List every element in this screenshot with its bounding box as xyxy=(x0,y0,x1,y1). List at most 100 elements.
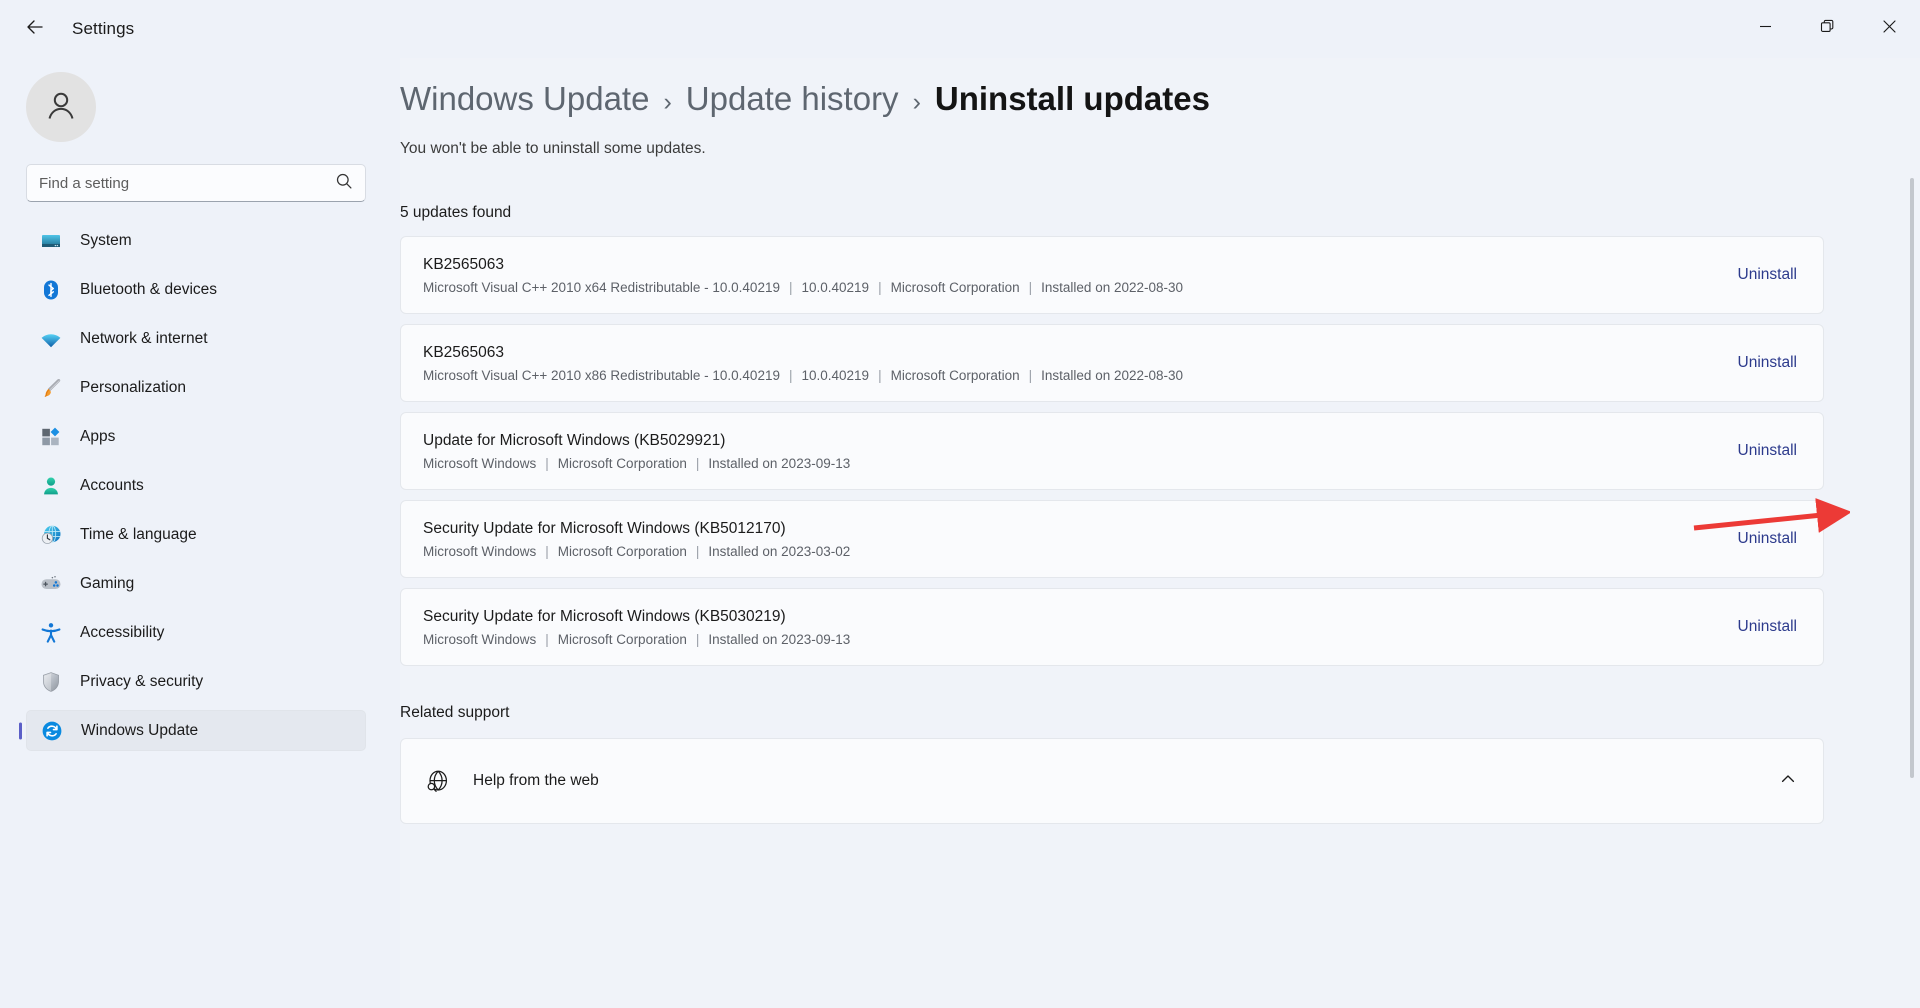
sidebar-item-accounts[interactable]: Accounts xyxy=(26,465,366,506)
apps-grid-icon xyxy=(40,426,62,448)
update-publisher: Microsoft Corporation xyxy=(558,456,687,471)
update-installed-date: Installed on 2022-08-30 xyxy=(1041,368,1183,383)
update-product: Microsoft Visual C++ 2010 x64 Redistribu… xyxy=(423,280,780,295)
update-info: Security Update for Microsoft Windows (K… xyxy=(423,607,1714,647)
main-scrollbar[interactable] xyxy=(1910,178,1914,778)
sidebar-item-label: Time & language xyxy=(80,526,197,544)
sidebar: System Bluetooth & devices Network & inter… xyxy=(0,58,400,1008)
app-shell: System Bluetooth & devices Network & inter… xyxy=(0,58,1920,1008)
sidebar-item-label: Privacy & security xyxy=(80,673,203,691)
title-bar: Settings xyxy=(0,0,1920,58)
update-installed-date: Installed on 2023-09-13 xyxy=(708,632,850,647)
update-title: Update for Microsoft Windows (KB5029921) xyxy=(423,431,1714,451)
sidebar-item-label: System xyxy=(80,232,132,250)
update-card: Security Update for Microsoft Windows (K… xyxy=(400,500,1824,578)
search-container xyxy=(0,142,380,202)
monitor-icon xyxy=(40,230,62,252)
gamepad-icon xyxy=(40,573,62,595)
sidebar-item-personalization[interactable]: Personalization xyxy=(26,367,366,408)
back-arrow-icon xyxy=(24,16,46,43)
update-meta: Microsoft Windows|Microsoft Corporation|… xyxy=(423,544,1714,559)
meta-separator: | xyxy=(687,632,709,647)
sidebar-item-apps[interactable]: Apps xyxy=(26,416,366,457)
help-from-web-card[interactable]: Help from the web xyxy=(400,738,1824,824)
sidebar-item-gaming[interactable]: Gaming xyxy=(26,563,366,604)
meta-separator: | xyxy=(780,368,802,383)
sidebar-item-privacy-security[interactable]: Privacy & security xyxy=(26,661,366,702)
back-button[interactable] xyxy=(14,8,56,50)
update-product: Microsoft Visual C++ 2010 x86 Redistribu… xyxy=(423,368,780,383)
uninstall-button[interactable]: Uninstall xyxy=(1714,530,1797,548)
update-publisher: Microsoft Corporation xyxy=(558,544,687,559)
close-button[interactable] xyxy=(1858,0,1920,58)
clock-globe-icon xyxy=(40,524,62,546)
update-sync-icon xyxy=(41,720,63,742)
related-support-heading: Related support xyxy=(400,704,1824,722)
sidebar-item-system[interactable]: System xyxy=(26,220,366,261)
help-from-web-label: Help from the web xyxy=(473,772,1779,790)
meta-separator: | xyxy=(869,280,891,295)
breadcrumb-item-windows-update[interactable]: Windows Update xyxy=(400,80,649,118)
uninstall-button[interactable]: Uninstall xyxy=(1714,442,1797,460)
uninstall-button[interactable]: Uninstall xyxy=(1714,266,1797,284)
sidebar-item-network-internet[interactable]: Network & internet xyxy=(26,318,366,359)
wifi-icon xyxy=(40,328,62,350)
update-title: Security Update for Microsoft Windows (K… xyxy=(423,607,1714,627)
sidebar-item-accessibility[interactable]: Accessibility xyxy=(26,612,366,653)
chevron-right-icon: › xyxy=(663,88,671,117)
sidebar-nav: System Bluetooth & devices Network & inter… xyxy=(0,220,380,751)
minimize-button[interactable] xyxy=(1734,0,1796,58)
search-icon[interactable] xyxy=(335,172,353,195)
restore-icon xyxy=(1820,19,1835,39)
avatar[interactable] xyxy=(26,72,96,142)
sidebar-item-label: Personalization xyxy=(80,379,186,397)
page-subtitle: You won't be able to uninstall some upda… xyxy=(400,140,1824,158)
user-avatar-icon xyxy=(42,86,80,129)
meta-separator: | xyxy=(869,368,891,383)
update-installed-date: Installed on 2022-08-30 xyxy=(1041,280,1183,295)
person-icon xyxy=(40,475,62,497)
update-meta: Microsoft Windows|Microsoft Corporation|… xyxy=(423,456,1714,471)
meta-separator: | xyxy=(1020,280,1042,295)
sidebar-item-label: Windows Update xyxy=(81,722,198,740)
updates-list: KB2565063 Microsoft Visual C++ 2010 x64 R… xyxy=(400,236,1824,666)
window-controls xyxy=(1734,0,1920,58)
maximize-button[interactable] xyxy=(1796,0,1858,58)
updates-found-count: 5 updates found xyxy=(400,204,1824,222)
sidebar-item-label: Bluetooth & devices xyxy=(80,281,217,299)
meta-separator: | xyxy=(536,632,558,647)
update-publisher: Microsoft Corporation xyxy=(558,632,687,647)
close-icon xyxy=(1882,19,1897,39)
update-info: Update for Microsoft Windows (KB5029921)… xyxy=(423,431,1714,471)
update-card: Update for Microsoft Windows (KB5029921)… xyxy=(400,412,1824,490)
sidebar-item-label: Accounts xyxy=(80,477,144,495)
search-box[interactable] xyxy=(26,164,366,202)
uninstall-button[interactable]: Uninstall xyxy=(1714,618,1797,636)
paintbrush-icon xyxy=(40,377,62,399)
update-title: KB2565063 xyxy=(423,343,1714,363)
meta-separator: | xyxy=(536,544,558,559)
sidebar-item-label: Gaming xyxy=(80,575,134,593)
meta-separator: | xyxy=(536,456,558,471)
page-title: Uninstall updates xyxy=(935,80,1210,118)
breadcrumb-item-update-history[interactable]: Update history xyxy=(686,80,899,118)
update-meta: Microsoft Visual C++ 2010 x86 Redistribu… xyxy=(423,368,1714,383)
update-version: 10.0.40219 xyxy=(801,280,869,295)
sidebar-item-label: Apps xyxy=(80,428,115,446)
meta-separator: | xyxy=(687,544,709,559)
sidebar-item-bluetooth-devices[interactable]: Bluetooth & devices xyxy=(26,269,366,310)
update-product: Microsoft Windows xyxy=(423,456,536,471)
update-installed-date: Installed on 2023-03-02 xyxy=(708,544,850,559)
update-publisher: Microsoft Corporation xyxy=(891,280,1020,295)
update-info: KB2565063Microsoft Visual C++ 2010 x64 R… xyxy=(423,255,1714,295)
accessibility-icon xyxy=(40,622,62,644)
uninstall-button[interactable]: Uninstall xyxy=(1714,354,1797,372)
sidebar-item-windows-update[interactable]: Windows Update xyxy=(26,710,366,751)
main-content: Windows Update › Update history › Uninst… xyxy=(400,58,1920,1008)
update-title: Security Update for Microsoft Windows (K… xyxy=(423,519,1714,539)
chevron-up-icon[interactable] xyxy=(1779,770,1797,793)
chevron-right-icon: › xyxy=(913,88,921,117)
sidebar-item-time-language[interactable]: Time & language xyxy=(26,514,366,555)
search-input[interactable] xyxy=(39,175,335,192)
meta-separator: | xyxy=(1020,368,1042,383)
